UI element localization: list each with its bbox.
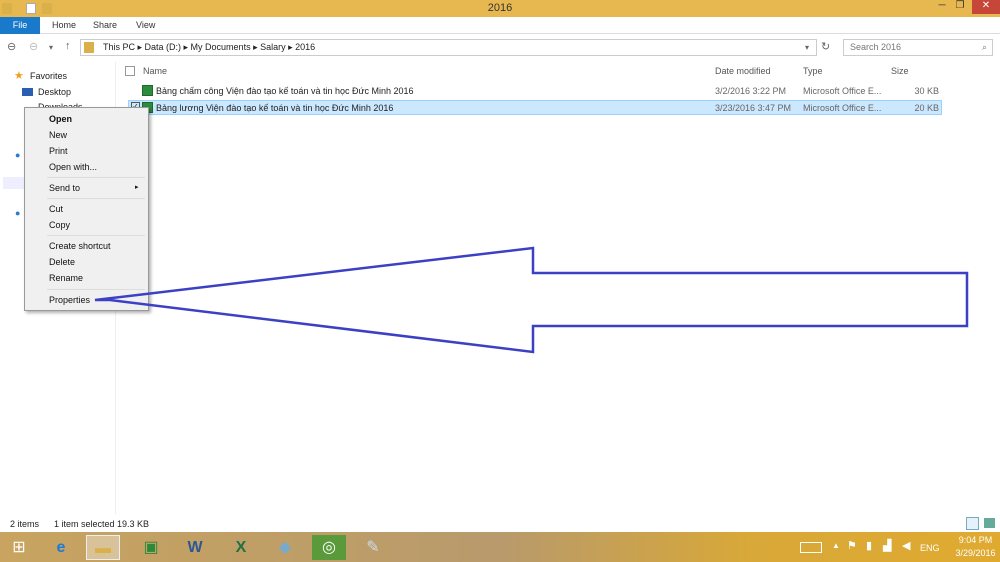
start-button[interactable]: ⊞ <box>2 535 36 560</box>
volume-icon[interactable]: ◀ <box>902 539 910 552</box>
excel-icon[interactable]: X <box>224 535 258 560</box>
paint-icon[interactable]: ✎ <box>356 535 390 560</box>
clock-date: 3/29/2016 <box>955 548 996 558</box>
app-icon[interactable]: ◆ <box>268 535 302 560</box>
arrow-shape <box>94 246 969 354</box>
file-explorer-icon[interactable]: ▬ <box>86 535 120 560</box>
keyboard-icon[interactable] <box>800 542 822 553</box>
language-indicator[interactable]: ENG <box>920 543 940 553</box>
annotation-arrow <box>94 246 969 354</box>
word-icon[interactable]: W <box>178 535 212 560</box>
large-icons-view-button[interactable] <box>984 518 995 528</box>
store-icon[interactable]: ▣ <box>134 535 168 560</box>
show-hidden-icons[interactable]: ▲ <box>832 541 840 550</box>
action-center-icon[interactable]: ⚑ <box>847 539 857 552</box>
selection-info: 1 item selected 19.3 KB <box>54 519 150 529</box>
power-icon[interactable]: ▮ <box>866 539 872 552</box>
item-count: 2 items <box>10 519 40 529</box>
ie-icon[interactable]: e <box>44 535 78 560</box>
clock-time: 9:04 PM <box>958 535 993 545</box>
coccoc-icon[interactable]: ◎ <box>312 535 346 560</box>
details-view-button[interactable] <box>966 517 979 530</box>
network-signal-icon[interactable]: ▟ <box>883 539 891 552</box>
status-bar: 2 items 1 item selected 19.3 KB <box>0 514 1000 532</box>
clock[interactable]: 9:04 PM 3/29/2016 <box>953 535 998 558</box>
